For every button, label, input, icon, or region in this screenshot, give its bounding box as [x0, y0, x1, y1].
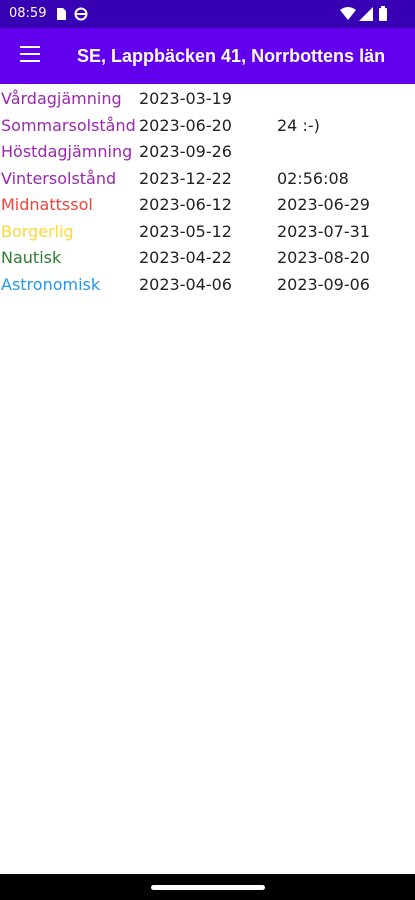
- events-table: Vårdagjämning 2023-03-19 Sommarsolstånd 202…: [0, 86, 415, 298]
- event-date: 2023-06-12: [139, 195, 232, 214]
- navigation-bar: [0, 874, 415, 900]
- signal-icon: [359, 7, 373, 21]
- event-extra: 2023-07-31: [277, 221, 370, 241]
- event-date: 2023-05-12: [139, 221, 232, 241]
- event-label: Nautisk: [1, 248, 62, 267]
- table-row: Midnattssol 2023-06-12 2023-06-29: [0, 192, 415, 219]
- table-row: Vårdagjämning 2023-03-19: [0, 86, 415, 113]
- app-title: SE, Lappbäcken 41, Norrbottens län: [77, 46, 386, 66]
- event-date: 2023-04-22: [139, 248, 232, 267]
- table-row: Höstdagjämning 2023-09-26: [0, 139, 415, 166]
- event-extra: 2023-08-20: [277, 248, 370, 267]
- event-label: Vårdagjämning: [1, 89, 122, 108]
- app-bar: SE, Lappbäcken 41, Norrbottens län: [0, 28, 415, 84]
- event-date: 2023-06-20: [139, 115, 232, 135]
- event-label: Höstdagjämning: [1, 142, 133, 161]
- table-row: Borgerlig 2023-05-12 2023-07-31: [0, 219, 415, 246]
- event-label: Midnattssol: [1, 195, 93, 214]
- event-date: 2023-03-19: [139, 89, 232, 108]
- event-label: Borgerlig: [1, 221, 74, 241]
- event-label: Vintersolstånd: [1, 168, 117, 188]
- table-row: Nautisk 2023-04-22 2023-08-20: [0, 245, 415, 272]
- event-extra: 2023-09-06: [277, 274, 370, 294]
- event-label: Astronomisk: [1, 274, 101, 294]
- event-label: Sommarsolstånd: [1, 115, 136, 135]
- event-extra: 24 :-): [277, 115, 320, 135]
- table-row: Sommarsolstånd 2023-06-20 24 :-): [0, 113, 415, 140]
- vpn-globe-icon: [74, 7, 88, 21]
- home-indicator[interactable]: [151, 885, 265, 890]
- event-date: 2023-04-06: [139, 274, 232, 294]
- status-time: 08:59: [9, 6, 47, 21]
- table-row: Vintersolstånd 2023-12-22 02:56:08: [0, 166, 415, 193]
- battery-icon: [379, 6, 387, 21]
- event-date: 2023-09-26: [139, 142, 232, 161]
- event-extra: 02:56:08: [277, 168, 349, 188]
- status-bar: 08:59: [0, 0, 415, 28]
- hamburger-menu-icon[interactable]: [20, 46, 42, 64]
- event-extra: 2023-06-29: [277, 195, 370, 214]
- table-row: Astronomisk 2023-04-06 2023-09-06: [0, 272, 415, 299]
- event-date: 2023-12-22: [139, 168, 232, 188]
- sim-card-icon: [57, 8, 66, 20]
- wifi-icon: [340, 7, 356, 20]
